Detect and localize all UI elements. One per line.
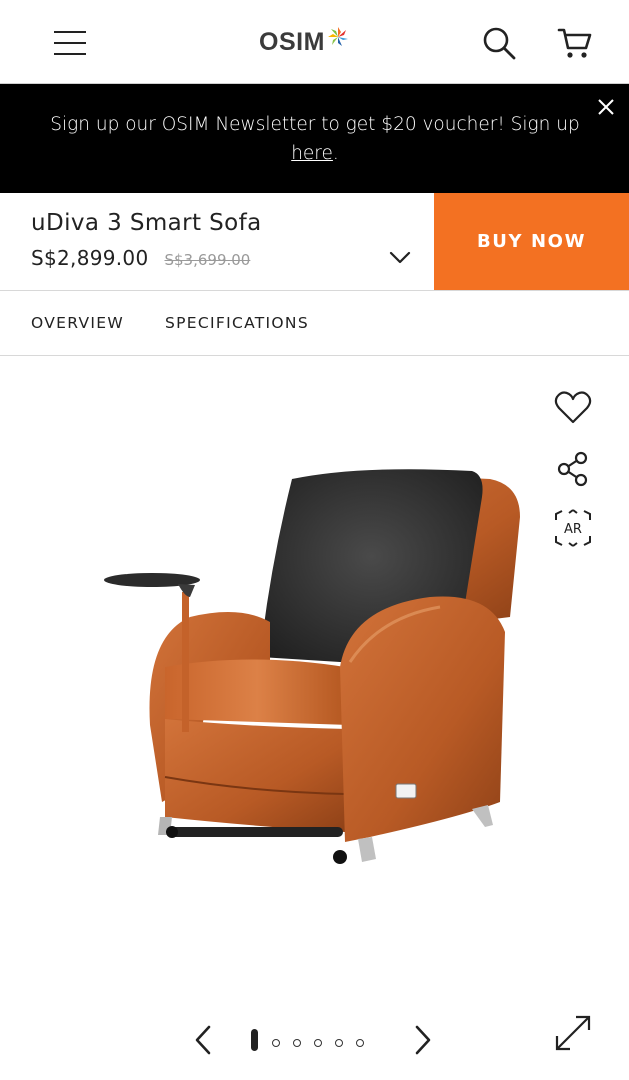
logo-flower-icon [327,27,348,46]
gallery-pagination [251,1027,377,1053]
pagination-dot[interactable] [335,1039,343,1047]
share-icon[interactable] [556,451,590,487]
sale-price: S$2,899.00 [31,246,149,270]
tab-specifications[interactable]: SPECIFICATIONS [165,314,309,332]
ar-view-icon[interactable]: AR [553,508,593,548]
product-name: uDiva 3 Smart Sofa [31,210,262,236]
pagination-dot[interactable] [356,1039,364,1047]
original-price: S$3,699.00 [164,251,251,269]
pagination-dot[interactable] [293,1039,301,1047]
banner-text: Sign up our OSIM Newsletter to get $20 v… [30,110,600,168]
chevron-left-icon[interactable] [190,1022,216,1058]
product-image-chair[interactable] [100,457,530,877]
product-tabs: OVERVIEW SPECIFICATIONS [0,291,629,356]
banner-message: Sign up our OSIM Newsletter to get $20 v… [50,114,580,135]
buy-now-button[interactable]: BUY NOW [434,193,629,290]
product-sticky-bar: uDiva 3 Smart Sofa S$2,899.00 S$3,699.00… [0,193,629,291]
pagination-dot[interactable] [314,1039,322,1047]
expand-icon[interactable] [552,1012,594,1054]
close-icon[interactable] [595,96,617,118]
price-row: S$2,899.00 S$3,699.00 [31,246,250,270]
pagination-dot-active[interactable] [251,1029,258,1051]
banner-signup-link[interactable]: here [291,143,333,164]
chevron-down-icon[interactable] [388,249,412,265]
cart-icon[interactable] [556,25,594,61]
logo-text: OSIM [259,27,325,56]
banner-period: . [332,143,339,164]
site-header: OSIM [0,0,629,84]
tab-overview[interactable]: OVERVIEW [31,314,124,332]
pagination-dot[interactable] [272,1039,280,1047]
hamburger-menu-icon[interactable] [52,28,88,58]
search-icon[interactable] [481,25,517,61]
newsletter-banner: Sign up our OSIM Newsletter to get $20 v… [0,84,629,193]
product-gallery: AR [0,357,629,1080]
chevron-right-icon[interactable] [410,1022,436,1058]
heart-icon[interactable] [554,390,592,426]
ar-label: AR [564,522,582,537]
osim-logo[interactable]: OSIM [259,24,350,60]
